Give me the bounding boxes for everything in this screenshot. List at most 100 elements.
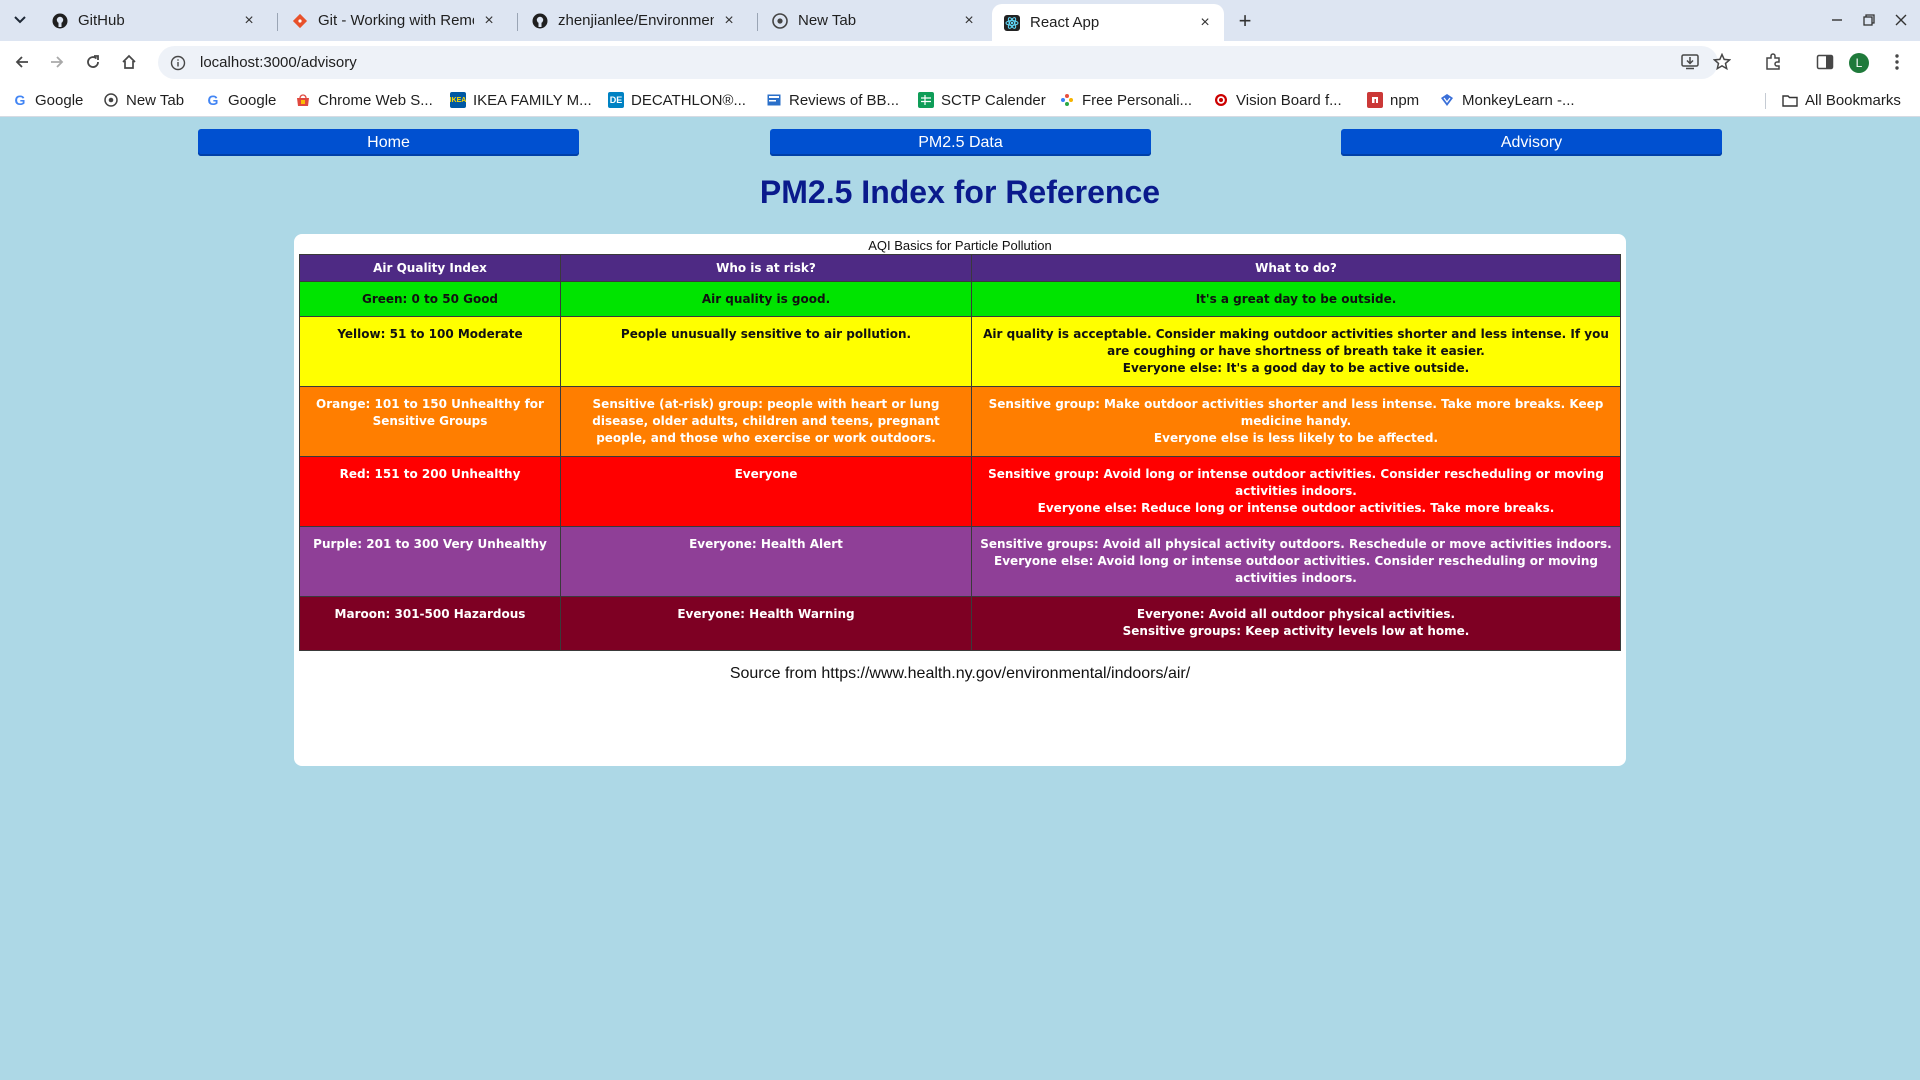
risk-cell: Everyone: Health Warning	[560, 596, 972, 651]
react-icon	[1004, 14, 1020, 31]
bookmark-label: SCTP Calender	[941, 91, 1046, 109]
git-icon	[292, 13, 308, 29]
bookmark-npm[interactable]: npm	[1367, 89, 1419, 111]
nav-advisory-button[interactable]: Advisory	[1341, 129, 1722, 156]
todo-line: It's a great day to be outside.	[1195, 291, 1397, 306]
risk-cell: People unusually sensitive to air pollut…	[560, 316, 972, 387]
todo-cell: Sensitive group: Make outdoor activities…	[971, 386, 1621, 457]
forward-button[interactable]	[42, 47, 72, 77]
browser-toolbar: localhost:3000/advisory L	[0, 41, 1920, 83]
profile-avatar[interactable]: L	[1849, 53, 1869, 73]
bookmark-label: New Tab	[126, 91, 185, 109]
tab-title: New Tab	[798, 12, 857, 29]
bookmark-chrome-web-store[interactable]: Chrome Web S...	[295, 89, 433, 111]
flower-icon	[1059, 92, 1075, 108]
target-icon	[1213, 92, 1229, 108]
tab-title: GitHub	[78, 12, 125, 29]
bookmark-reviews[interactable]: Reviews of BB...	[766, 89, 899, 111]
web-store-icon	[295, 92, 311, 108]
url-text[interactable]: localhost:3000/advisory	[200, 54, 357, 71]
bookmark-label: Vision Board f...	[1236, 91, 1342, 109]
todo-line: Everyone: Avoid all outdoor physical act…	[1136, 607, 1456, 621]
back-button[interactable]	[7, 47, 37, 77]
nav-pm25-data-button[interactable]: PM2.5 Data	[770, 129, 1151, 156]
bookmark-google-1[interactable]: G Google	[12, 89, 84, 111]
bookmark-decathlon[interactable]: DE DECATHLON®...	[608, 89, 746, 111]
bookmark-ikea[interactable]: IKEA IKEA FAMILY M...	[450, 89, 592, 111]
source-text: Source from https://www.health.ny.gov/en…	[729, 665, 1191, 682]
tab-environment-repo[interactable]: zhenjianlee/Environmen ×	[520, 4, 748, 37]
tab-strip: GitHub × Git - Working with Remo × zhenj…	[0, 0, 1920, 41]
close-icon[interactable]: ×	[480, 12, 498, 30]
bookmarks-divider	[1765, 93, 1766, 109]
bookmark-google-2[interactable]: G Google	[205, 89, 277, 111]
chrome-icon	[772, 12, 788, 29]
bookmark-monkeylearn[interactable]: MonkeyLearn -...	[1439, 89, 1575, 111]
tab-github[interactable]: GitHub ×	[40, 4, 268, 37]
github-icon	[52, 13, 68, 29]
reviews-icon	[766, 92, 782, 108]
arrow-right-icon	[51, 56, 64, 68]
reload-button[interactable]	[78, 47, 108, 77]
tab-new-tab[interactable]: New Tab ×	[760, 4, 988, 37]
table-row-yellow: Yellow: 51 to 100 Moderate People unusua…	[299, 316, 1621, 387]
home-icon	[122, 54, 136, 69]
extensions-icon[interactable]	[1760, 49, 1786, 75]
todo-line: Sensitive groups: Avoid all physical act…	[980, 537, 1612, 551]
google-icon: G	[14, 92, 26, 108]
risk-cell: Everyone	[560, 456, 972, 527]
table-row-purple: Purple: 201 to 300 Very Unhealthy Everyo…	[299, 526, 1621, 597]
folder-icon	[1782, 92, 1798, 108]
tab-divider	[277, 13, 278, 31]
aqi-table: Air Quality Index Who is at risk? What t…	[299, 254, 1621, 651]
aqi-cell: Green: 0 to 50 Good	[299, 281, 561, 317]
restore-icon[interactable]	[1856, 8, 1882, 32]
aqi-cell: Yellow: 51 to 100 Moderate	[299, 316, 561, 387]
page-content: Home PM2.5 Data Advisory PM2.5 Index for…	[0, 117, 1920, 1080]
close-icon[interactable]: ×	[960, 12, 978, 30]
close-icon[interactable]: ×	[720, 12, 738, 30]
tab-git-remote[interactable]: Git - Working with Remo ×	[280, 4, 508, 37]
side-panel-icon[interactable]	[1812, 49, 1838, 75]
info-icon[interactable]	[168, 53, 188, 73]
aqi-cell: Red: 151 to 200 Unhealthy	[299, 456, 561, 527]
nav-home-button[interactable]: Home	[198, 129, 579, 156]
bookmark-free-personality[interactable]: Free Personali...	[1059, 89, 1192, 111]
new-tab-button[interactable]: +	[1232, 8, 1258, 34]
close-icon[interactable]: ×	[1196, 14, 1214, 32]
bookmark-label: Free Personali...	[1082, 91, 1193, 109]
todo-line: Everyone else is less likely to be affec…	[1153, 431, 1439, 445]
reload-icon	[87, 55, 99, 68]
address-bar[interactable]: localhost:3000/advisory	[158, 46, 1718, 79]
avatar-letter: L	[1855, 56, 1863, 70]
todo-cell: Sensitive group: Avoid long or intense o…	[971, 456, 1621, 527]
close-icon[interactable]: ×	[240, 12, 258, 30]
todo-line: Air quality is acceptable. Consider maki…	[983, 327, 1609, 358]
bookmark-sctp-calendar[interactable]: SCTP Calender	[918, 89, 1046, 111]
minimize-icon[interactable]	[1824, 8, 1850, 32]
table-row-maroon: Maroon: 301-500 Hazardous Everyone: Heal…	[299, 596, 1621, 651]
ikea-icon: IKEA	[450, 92, 466, 108]
todo-cell: Sensitive groups: Avoid all physical act…	[971, 526, 1621, 597]
todo-line: Sensitive groups: Keep activity levels l…	[1122, 624, 1470, 638]
all-bookmarks[interactable]: All Bookmarks	[1782, 89, 1901, 111]
tab-search-button[interactable]	[8, 8, 32, 32]
risk-cell: Sensitive (at-risk) group: people with h…	[560, 386, 972, 457]
bookmark-vision-board[interactable]: Vision Board f...	[1213, 89, 1342, 111]
sheets-icon	[918, 92, 934, 108]
bookmark-new-tab[interactable]: New Tab	[103, 89, 184, 111]
aqi-cell: Maroon: 301-500 Hazardous	[299, 596, 561, 651]
install-app-icon[interactable]	[1677, 49, 1703, 75]
table-row-green: Green: 0 to 50 Good Air quality is good.…	[299, 281, 1621, 317]
monkeylearn-icon	[1439, 92, 1455, 108]
bookmark-label: Reviews of BB...	[789, 91, 900, 109]
bookmark-star-icon[interactable]	[1709, 49, 1735, 75]
bookmark-label: IKEA FAMILY M...	[473, 91, 592, 109]
tab-title: Git - Working with Remo	[318, 12, 474, 29]
home-button[interactable]	[114, 47, 144, 77]
globe-icon	[103, 92, 119, 108]
more-menu-icon[interactable]	[1884, 49, 1910, 75]
close-window-icon[interactable]	[1888, 8, 1914, 32]
bookmark-label: Google	[35, 91, 84, 109]
tab-react-app[interactable]: React App ×	[992, 4, 1224, 41]
